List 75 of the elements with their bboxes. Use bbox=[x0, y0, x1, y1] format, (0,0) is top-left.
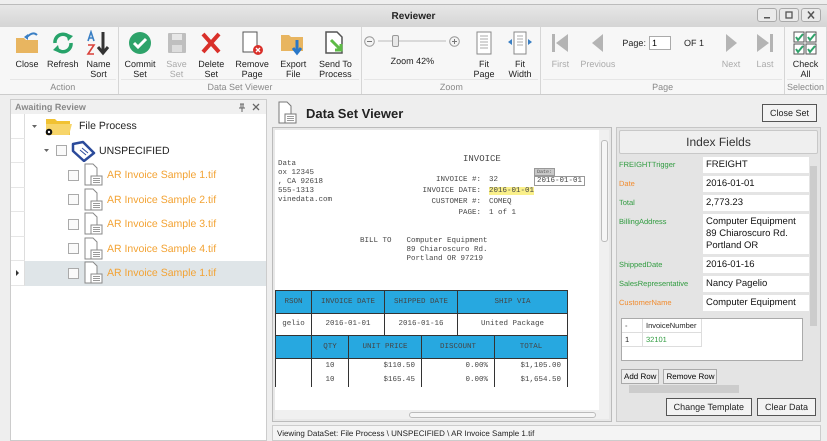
expand-arrow-icon[interactable] bbox=[31, 122, 38, 130]
field-input[interactable]: Nancy Pagelio bbox=[703, 276, 809, 292]
ribbon-group-label: Selection bbox=[786, 79, 824, 94]
checkbox[interactable] bbox=[68, 218, 79, 230]
document-icon bbox=[82, 163, 104, 188]
row-header-cell bbox=[11, 163, 25, 188]
zoom-out-icon[interactable] bbox=[364, 36, 376, 46]
expand-arrow-icon[interactable] bbox=[43, 147, 50, 154]
grid-row-button[interactable]: Add Row bbox=[621, 369, 660, 384]
ribbon-group-label: Action bbox=[10, 79, 116, 94]
vertical-scrollbar[interactable] bbox=[599, 130, 609, 410]
sort-button[interactable]: Name Sort bbox=[82, 30, 116, 79]
document-icon bbox=[82, 236, 104, 261]
panel-button[interactable]: Clear Data bbox=[756, 398, 816, 416]
minimize-button[interactable] bbox=[757, 8, 777, 22]
row-indicator-icon bbox=[16, 270, 19, 276]
close-set-button[interactable]: Close Set bbox=[762, 104, 817, 122]
zoom-in-icon[interactable] bbox=[449, 36, 460, 46]
index-fields-title: Index Fields bbox=[619, 130, 818, 154]
panel-button[interactable]: Change Template bbox=[666, 398, 752, 416]
ribbon-group-label: Zoom bbox=[364, 79, 538, 94]
field-input[interactable]: 2016-01-16 bbox=[703, 257, 809, 273]
field-input[interactable]: 2,773.23 bbox=[703, 195, 809, 211]
document-icon bbox=[276, 101, 298, 125]
export-button[interactable]: Export File bbox=[275, 30, 312, 79]
close-button[interactable]: Close bbox=[10, 30, 44, 69]
close-button[interactable] bbox=[801, 8, 821, 22]
close-icon[interactable] bbox=[252, 103, 260, 111]
checkbox[interactable] bbox=[56, 145, 67, 156]
commit-button[interactable]: Commit Set bbox=[120, 30, 160, 79]
document-icon bbox=[82, 212, 104, 236]
row-header-cell bbox=[11, 212, 25, 236]
remove-page-button[interactable]: Remove Page bbox=[229, 30, 276, 79]
fit-width-icon bbox=[506, 30, 534, 56]
ribbon-group-label: Page bbox=[543, 79, 782, 94]
fit-page-button[interactable]: Fit Page bbox=[466, 30, 502, 79]
zoom-label: Zoom 42% bbox=[390, 56, 434, 66]
close-icon bbox=[13, 30, 41, 56]
document-icon bbox=[82, 261, 104, 286]
field-input[interactable]: FREIGHT bbox=[703, 157, 809, 173]
checkbox[interactable] bbox=[68, 243, 79, 254]
row-header-cell bbox=[11, 138, 25, 163]
page-count: OF 1 bbox=[684, 38, 704, 48]
field-input[interactable]: Computer Equipment bbox=[703, 295, 809, 311]
delete-button[interactable]: Delete Set bbox=[194, 30, 230, 79]
page-input-field[interactable]: 1 bbox=[648, 36, 671, 50]
table-header-cell-blank bbox=[275, 335, 312, 359]
maximize-icon bbox=[784, 11, 794, 19]
checkbox[interactable] bbox=[68, 194, 79, 206]
invoice-heading: INVOICE bbox=[463, 154, 502, 164]
tree-node[interactable]: UNSPECIFIED bbox=[25, 138, 266, 163]
viewer-title: Data Set Viewer bbox=[306, 106, 404, 120]
row-header-cell bbox=[11, 188, 25, 212]
checkbox[interactable] bbox=[68, 268, 79, 279]
fit-width-button[interactable]: Fit Width bbox=[502, 30, 538, 79]
close-icon bbox=[806, 11, 816, 19]
field-input[interactable]: Computer Equipment 89 Chiaroscuro Rd. Portland OR bbox=[703, 214, 809, 254]
status-bar: Viewing DataSet: File Process \ UNSPECIFIED \ AR Invoice Sample 1.tif bbox=[272, 425, 821, 441]
pin-icon[interactable] bbox=[238, 102, 246, 112]
panel-title: Awaiting Review bbox=[15, 102, 87, 112]
check-all-icon bbox=[791, 30, 820, 56]
row-header-cell bbox=[11, 114, 25, 138]
send-button[interactable]: Send To Process bbox=[311, 30, 360, 79]
ribbon-group-label: Data Set Viewer bbox=[120, 79, 360, 94]
check-all-button[interactable]: Check All bbox=[786, 30, 824, 79]
document-icon bbox=[82, 188, 104, 212]
grid-row-button[interactable]: Remove Row bbox=[663, 369, 718, 384]
window-title: Reviewer bbox=[392, 10, 436, 22]
page-label: Page: bbox=[622, 38, 646, 48]
field-input[interactable]: 2016-01-01 bbox=[703, 176, 809, 192]
checkbox[interactable] bbox=[68, 170, 79, 181]
maximize-button[interactable] bbox=[779, 8, 799, 22]
tree-node[interactable]: File Process bbox=[25, 114, 266, 138]
refresh-button[interactable]: Refresh bbox=[44, 30, 82, 69]
horizontal-scrollbar[interactable] bbox=[275, 410, 609, 419]
